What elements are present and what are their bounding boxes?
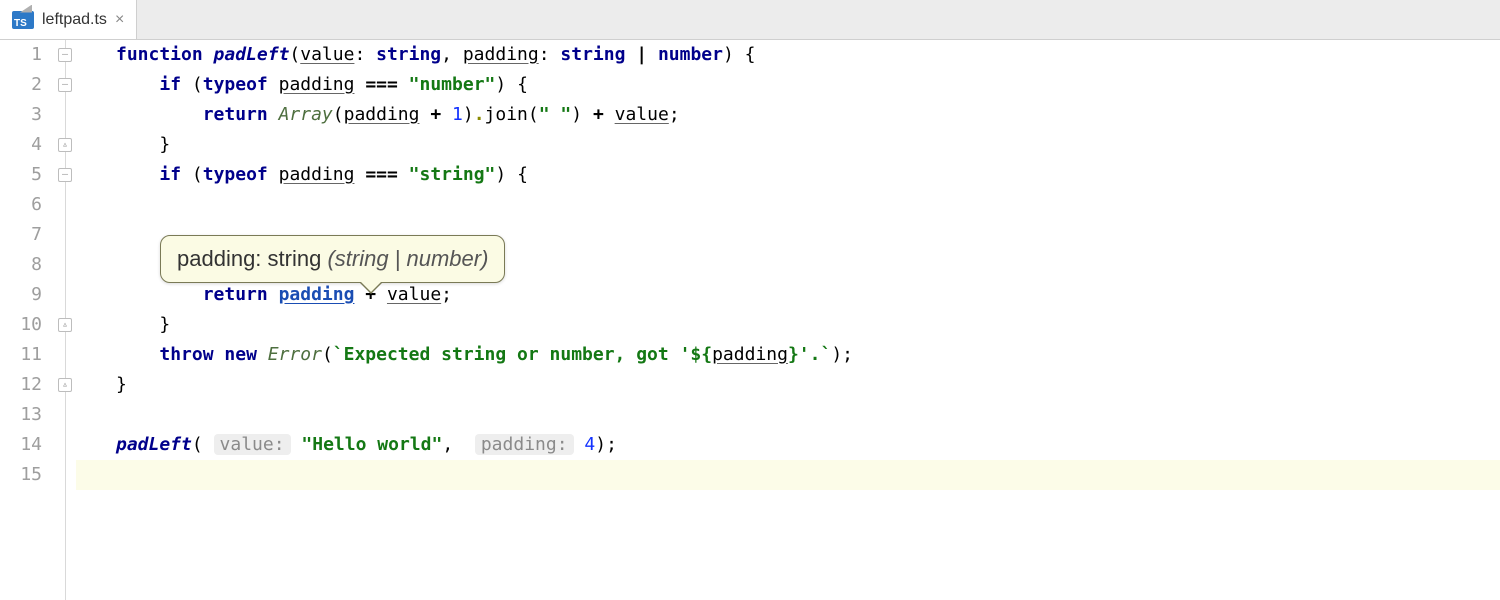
code-line: throw new Error(`Expected string or numb…: [76, 340, 1500, 370]
code-line: }: [76, 370, 1500, 400]
fold-column: – – ▵ – ▵ ▵: [56, 40, 76, 600]
code-line: [76, 400, 1500, 430]
tab-bar: TS leftpad.ts ×: [0, 0, 1500, 40]
fold-toggle-icon[interactable]: ▵: [58, 138, 72, 152]
typescript-file-icon: TS: [12, 11, 34, 29]
inlay-hint: value:: [214, 434, 291, 455]
code-line: }: [76, 130, 1500, 160]
code-line: return padding + value;: [76, 280, 1500, 310]
code-area[interactable]: function padLeft(value: string, padding:…: [76, 40, 1500, 600]
line-number-gutter: 123456789101112131415: [0, 40, 56, 600]
code-line: [76, 190, 1500, 220]
code-line: if (typeof padding === "number") {: [76, 70, 1500, 100]
fold-toggle-icon[interactable]: –: [58, 78, 72, 92]
code-line: }: [76, 310, 1500, 340]
tab-filename: leftpad.ts: [42, 11, 107, 29]
hover-target-padding[interactable]: padding: [279, 284, 355, 305]
code-line: if (typeof padding === "string") {: [76, 160, 1500, 190]
tab-leftpad[interactable]: TS leftpad.ts ×: [0, 0, 137, 39]
fold-toggle-icon[interactable]: ▵: [58, 378, 72, 392]
code-line: padLeft( value: "Hello world", padding: …: [76, 430, 1500, 460]
fold-toggle-icon[interactable]: –: [58, 48, 72, 62]
code-line: return Array(padding + 1).join(" ") + va…: [76, 100, 1500, 130]
close-icon[interactable]: ×: [115, 11, 124, 29]
type-info-tooltip: padding: string (string | number): [160, 235, 505, 283]
code-line: function padLeft(value: string, padding:…: [76, 40, 1500, 70]
inlay-hint: padding:: [475, 434, 574, 455]
code-line: [76, 460, 1500, 490]
code-editor[interactable]: 123456789101112131415 – – ▵ – ▵ ▵ function pa…: [0, 40, 1500, 600]
fold-toggle-icon[interactable]: –: [58, 168, 72, 182]
fold-toggle-icon[interactable]: ▵: [58, 318, 72, 332]
